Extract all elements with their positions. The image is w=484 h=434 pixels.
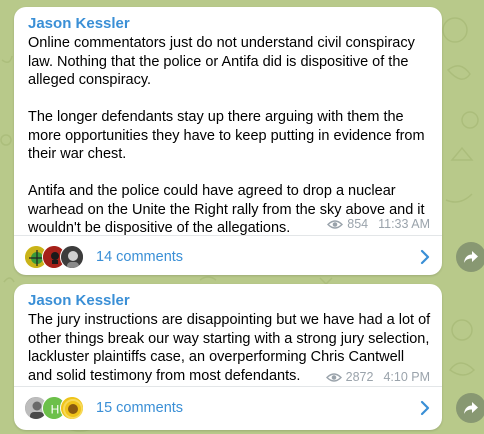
post-meta: 2872 4:10 PM <box>325 370 430 384</box>
view-count: 854 <box>347 217 369 231</box>
message-bubble: Jason Kessler The jury instructions are … <box>14 284 442 430</box>
avatar-letter: H <box>51 403 60 417</box>
chevron-right-icon[interactable] <box>420 249 430 265</box>
comments-count[interactable]: 14 comments <box>96 248 183 266</box>
eye-icon <box>325 372 342 382</box>
comments-button[interactable]: H 15 comments <box>14 386 442 430</box>
share-button[interactable] <box>456 393 484 423</box>
post-author[interactable]: Jason Kessler <box>28 292 130 310</box>
share-arrow-icon <box>464 251 478 263</box>
post-time: 11:33 AM <box>378 217 430 231</box>
post-meta: 854 11:33 AM <box>327 217 430 231</box>
avatar <box>60 245 84 269</box>
post-author[interactable]: Jason Kessler <box>28 15 130 33</box>
comments-button[interactable]: 14 comments <box>14 235 442 279</box>
avatar <box>60 396 84 420</box>
view-count: 2872 <box>345 370 374 384</box>
comments-count[interactable]: 15 comments <box>96 399 183 417</box>
share-button[interactable] <box>456 242 484 272</box>
post-time: 4:10 PM <box>383 370 430 384</box>
post-text: Online commentators just do not understa… <box>28 35 425 236</box>
chevron-right-icon[interactable] <box>420 400 430 416</box>
eye-icon <box>327 219 344 229</box>
share-arrow-icon <box>464 402 478 414</box>
message-bubble: Jason Kessler Online commentators just d… <box>14 7 442 275</box>
